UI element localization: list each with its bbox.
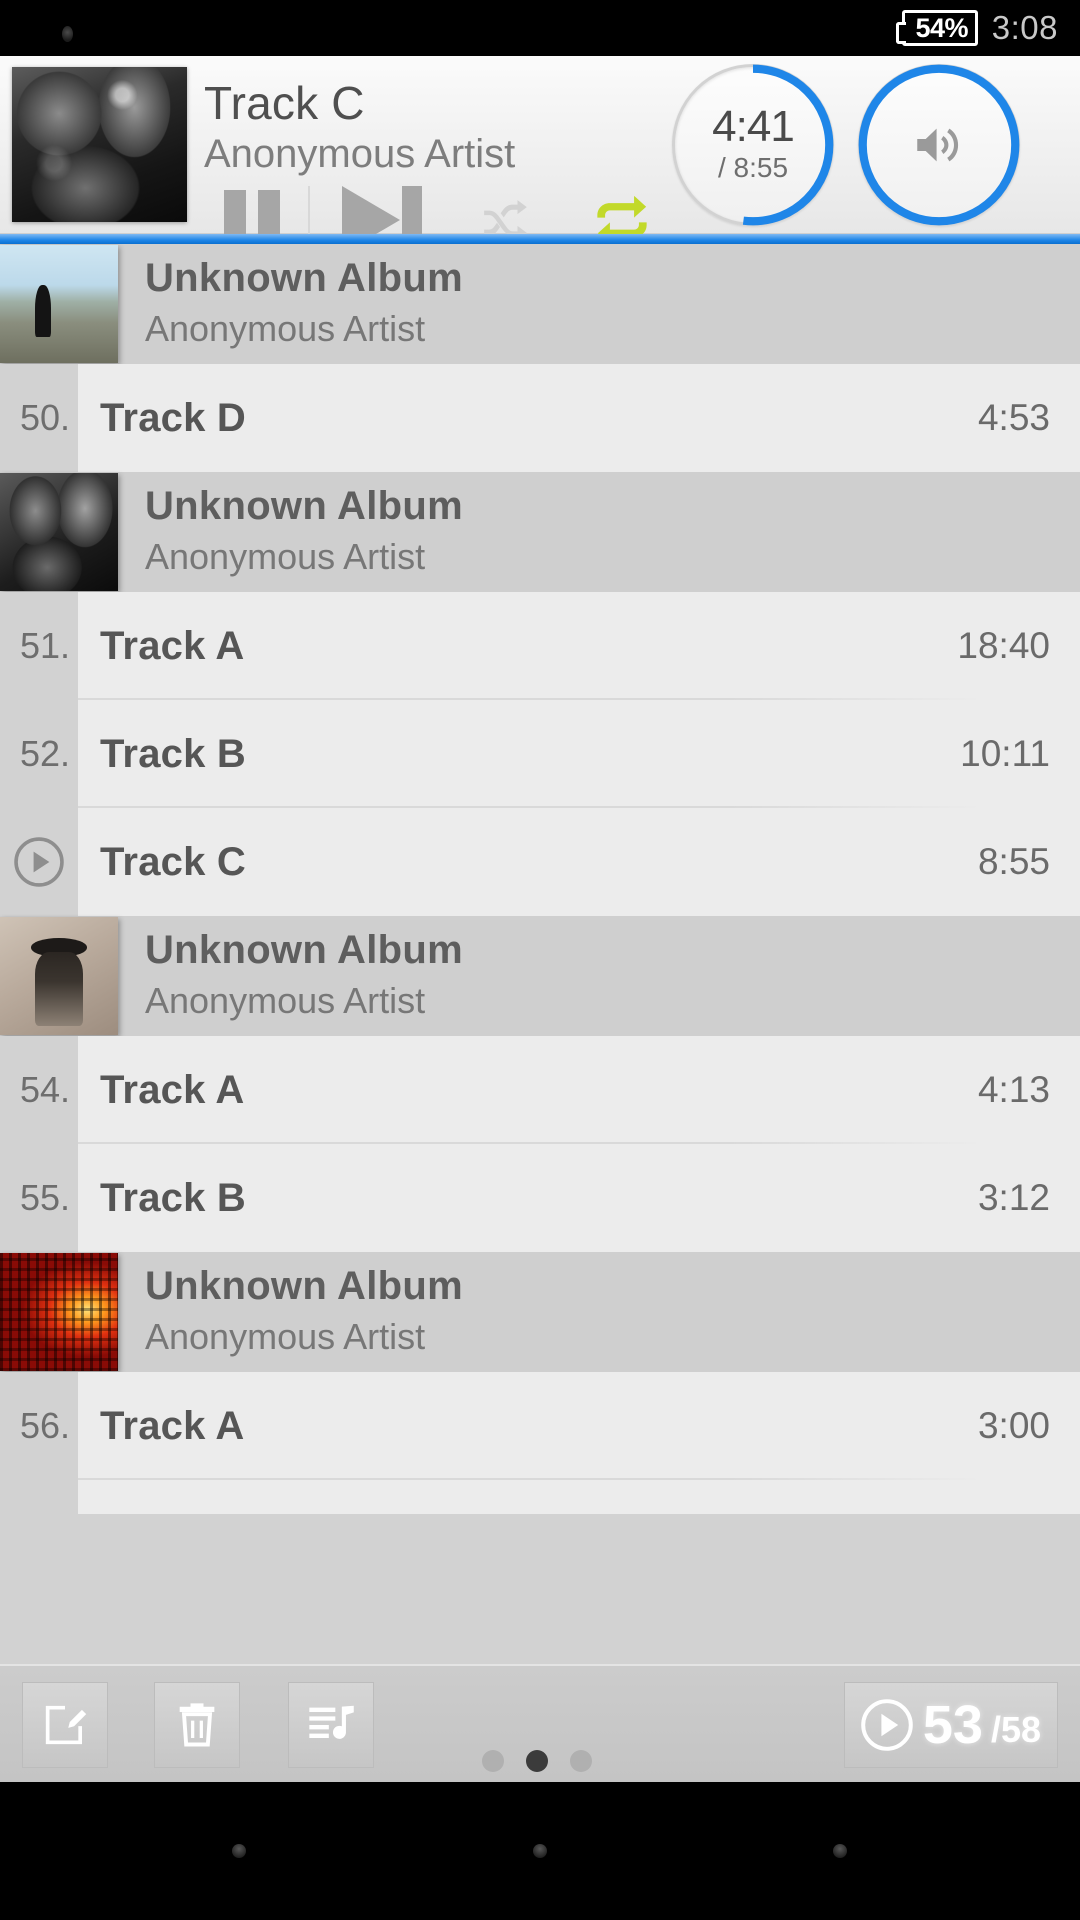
now-playing-album-art[interactable] [12, 67, 187, 222]
seek-progress-dial[interactable]: 4:41 / 8:55 [672, 64, 834, 226]
album-art-image [12, 67, 187, 222]
now-playing-artist: Anonymous Artist [204, 132, 516, 176]
phone-screen: 54% 3:08 Track C Anonymous Artist 4:41 /… [0, 0, 1080, 1920]
album-title: Unknown Album [145, 927, 463, 972]
now-playing-indicator [0, 808, 78, 916]
table-row[interactable]: 56. Track A 3:00 [0, 1372, 1080, 1480]
track-duration: 4:13 [977, 1069, 1050, 1110]
page-dot-2[interactable] [526, 1750, 548, 1772]
back-dot-icon[interactable] [232, 1844, 246, 1858]
battery-label: 54% [915, 12, 969, 43]
queue-position: 53 [922, 1695, 983, 1755]
queue-total: /58 [990, 1709, 1041, 1750]
playlist-add-icon [309, 1705, 354, 1739]
status-bar: 54% 3:08 [0, 0, 1080, 56]
total-time: / 8:55 [717, 152, 789, 183]
track-title: Track A [100, 1403, 245, 1448]
track-title: Track A [100, 623, 245, 668]
album-meta: Unknown Album Anonymous Artist [118, 1252, 463, 1372]
track-number: 56. [0, 1372, 78, 1480]
album-thumbnail [0, 473, 118, 591]
album-title: Unknown Album [145, 255, 463, 300]
album-header[interactable]: Unknown Album Anonymous Artist [0, 472, 1080, 592]
table-row[interactable]: 54. Track A 4:13 [0, 1036, 1080, 1144]
album-thumbnail [0, 1253, 118, 1371]
album-art-image [0, 473, 118, 591]
album-art-image [0, 917, 118, 1035]
now-playing-title: Track C [204, 77, 365, 129]
album-header[interactable]: Unknown Album Anonymous Artist [0, 916, 1080, 1036]
track-title: Track D [100, 395, 246, 440]
album-meta: Unknown Album Anonymous Artist [118, 916, 463, 1036]
album-artist: Anonymous Artist [145, 979, 426, 1021]
track-title: Track C [100, 839, 246, 884]
volume-up-icon [917, 128, 959, 162]
dot-icon [62, 26, 73, 42]
page-dot-3[interactable] [570, 1750, 592, 1772]
system-nav-bar [0, 1782, 1080, 1920]
track-duration: 4:53 [977, 397, 1050, 438]
now-playing-counter-button[interactable]: 53 /58 [843, 1682, 1058, 1768]
edit-button[interactable] [22, 1682, 108, 1768]
album-meta: Unknown Album Anonymous Artist [118, 244, 463, 364]
add-to-playlist-button[interactable] [288, 1682, 374, 1768]
album-artist: Anonymous Artist [145, 1315, 426, 1357]
table-row[interactable]: 52. Track B 10:11 [0, 700, 1080, 808]
play-circle-icon [14, 837, 64, 887]
header-progress-fill [0, 234, 1080, 244]
table-row[interactable]: 51. Track A 18:40 [0, 592, 1080, 700]
track-number: 55. [0, 1144, 78, 1252]
track-number: 50. [0, 364, 78, 472]
elapsed-time: 4:41 [712, 102, 795, 151]
table-row-now-playing[interactable]: Track C 8:55 [0, 808, 1080, 916]
track-number [0, 1480, 78, 1514]
edit-icon [45, 1705, 87, 1745]
table-row[interactable]: 50. Track D 4:53 [0, 364, 1080, 472]
album-art-image [0, 245, 118, 363]
status-clock: 3:08 [991, 9, 1058, 46]
album-title: Unknown Album [145, 1263, 463, 1308]
album-art-image [0, 1253, 118, 1371]
track-title: Track A [100, 1067, 245, 1112]
track-duration: 10:11 [960, 733, 1050, 774]
track-duration: 3:12 [977, 1177, 1050, 1218]
table-row[interactable]: 55. Track B 3:12 [0, 1144, 1080, 1252]
album-thumbnail [0, 245, 118, 363]
album-artist: Anonymous Artist [145, 535, 426, 577]
track-duration: 18:40 [957, 625, 1050, 666]
battery-indicator: 54% [895, 10, 978, 46]
recents-dot-icon[interactable] [833, 1844, 847, 1858]
track-title: Track B [100, 731, 246, 776]
page-indicator[interactable] [482, 1750, 592, 1772]
album-meta: Unknown Album Anonymous Artist [118, 472, 463, 592]
delete-button[interactable] [154, 1682, 240, 1768]
player-header: Track C Anonymous Artist 4:41 / 8:55 [0, 56, 1080, 254]
track-number: 52. [0, 700, 78, 808]
album-title: Unknown Album [145, 483, 463, 528]
track-number: 54. [0, 1036, 78, 1144]
album-thumbnail [0, 917, 118, 1035]
track-number: 51. [0, 592, 78, 700]
volume-dial[interactable] [858, 64, 1020, 226]
album-header[interactable]: Unknown Album Anonymous Artist [0, 244, 1080, 364]
play-circle-icon [861, 1699, 913, 1751]
table-row-partial[interactable] [0, 1480, 1080, 1514]
track-duration: 8:55 [977, 841, 1050, 882]
track-title: Track B [100, 1175, 246, 1220]
track-duration: 3:00 [977, 1405, 1050, 1446]
trash-icon [179, 1703, 215, 1747]
track-list[interactable]: Unknown Album Anonymous Artist 50. Track… [0, 244, 1080, 1664]
header-progress-bar[interactable] [0, 234, 1080, 244]
bottom-toolbar: 53 /58 [0, 1664, 1080, 1782]
home-dot-icon[interactable] [533, 1844, 547, 1858]
album-header[interactable]: Unknown Album Anonymous Artist [0, 1252, 1080, 1372]
album-artist: Anonymous Artist [145, 307, 426, 349]
page-dot-1[interactable] [482, 1750, 504, 1772]
status-bar-right: 54% 3:08 [895, 0, 1058, 56]
